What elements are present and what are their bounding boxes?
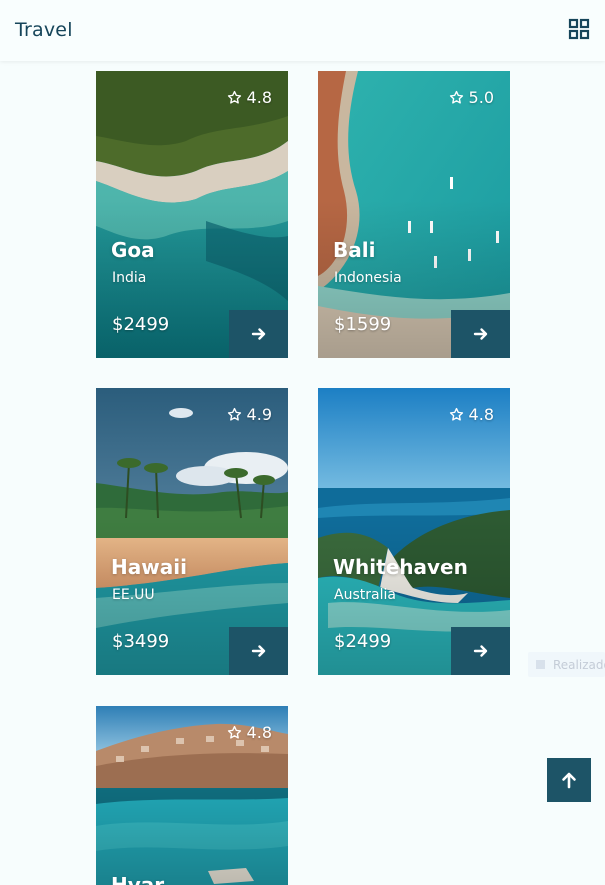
view-destination-button[interactable] xyxy=(229,310,288,358)
toast-status-icon xyxy=(536,660,545,669)
star-outline-icon xyxy=(227,407,241,421)
destination-name: Bali xyxy=(333,238,376,262)
destination-name: Whitehaven xyxy=(333,555,468,579)
rating: 4.8 xyxy=(227,88,272,107)
rating-value: 4.8 xyxy=(468,405,494,424)
destination-country: Indonesia xyxy=(334,270,402,286)
rating-value: 4.8 xyxy=(246,723,272,742)
destination-price: $2499 xyxy=(334,631,392,652)
destination-country: EE.UU xyxy=(112,587,155,603)
destination-card-hawaii[interactable]: 4.9 Hawaii EE.UU $3499 xyxy=(96,388,288,675)
arrow-right-icon xyxy=(473,328,487,340)
rating: 4.8 xyxy=(449,405,494,424)
rating: 4.9 xyxy=(227,405,272,424)
toast-notification: Realizado xyxy=(528,652,605,677)
rating: 5.0 xyxy=(449,88,494,107)
star-outline-icon xyxy=(449,407,463,421)
page-title: Travel xyxy=(15,19,73,41)
arrow-right-icon xyxy=(251,328,265,340)
star-outline-icon xyxy=(449,90,463,104)
destination-price: $2499 xyxy=(112,314,170,335)
view-destination-button[interactable] xyxy=(229,627,288,675)
star-outline-icon xyxy=(227,725,241,739)
destination-price: $3499 xyxy=(112,631,170,652)
destination-price: $1599 xyxy=(334,314,392,335)
rating: 4.8 xyxy=(227,723,272,742)
rating-value: 4.8 xyxy=(246,88,272,107)
destination-country: India xyxy=(112,270,147,286)
destination-card-bali[interactable]: 5.0 Bali Indonesia $1599 xyxy=(318,71,510,358)
destination-card-hvar[interactable]: 4.8 Hvar xyxy=(96,706,288,885)
rating-value: 4.9 xyxy=(246,405,272,424)
arrow-right-icon xyxy=(473,645,487,657)
view-destination-button[interactable] xyxy=(451,310,510,358)
scroll-to-top-button[interactable] xyxy=(547,758,591,802)
destination-card-goa[interactable]: 4.8 Goa India $2499 xyxy=(96,71,288,358)
destination-name: Hawaii xyxy=(111,555,187,579)
destination-card-whitehaven[interactable]: 4.8 Whitehaven Australia $2499 xyxy=(318,388,510,675)
destination-name: Goa xyxy=(111,238,155,262)
grid-icon xyxy=(568,18,590,40)
app-header: Travel xyxy=(0,0,605,61)
destination-name: Hvar xyxy=(111,873,165,885)
arrow-right-icon xyxy=(251,645,265,657)
toast-label: Realizado xyxy=(553,657,605,672)
rating-value: 5.0 xyxy=(468,88,494,107)
destination-country: Australia xyxy=(334,587,396,603)
star-outline-icon xyxy=(227,90,241,104)
arrow-up-icon xyxy=(562,772,576,789)
grid-view-button[interactable] xyxy=(568,18,590,40)
view-destination-button[interactable] xyxy=(451,627,510,675)
